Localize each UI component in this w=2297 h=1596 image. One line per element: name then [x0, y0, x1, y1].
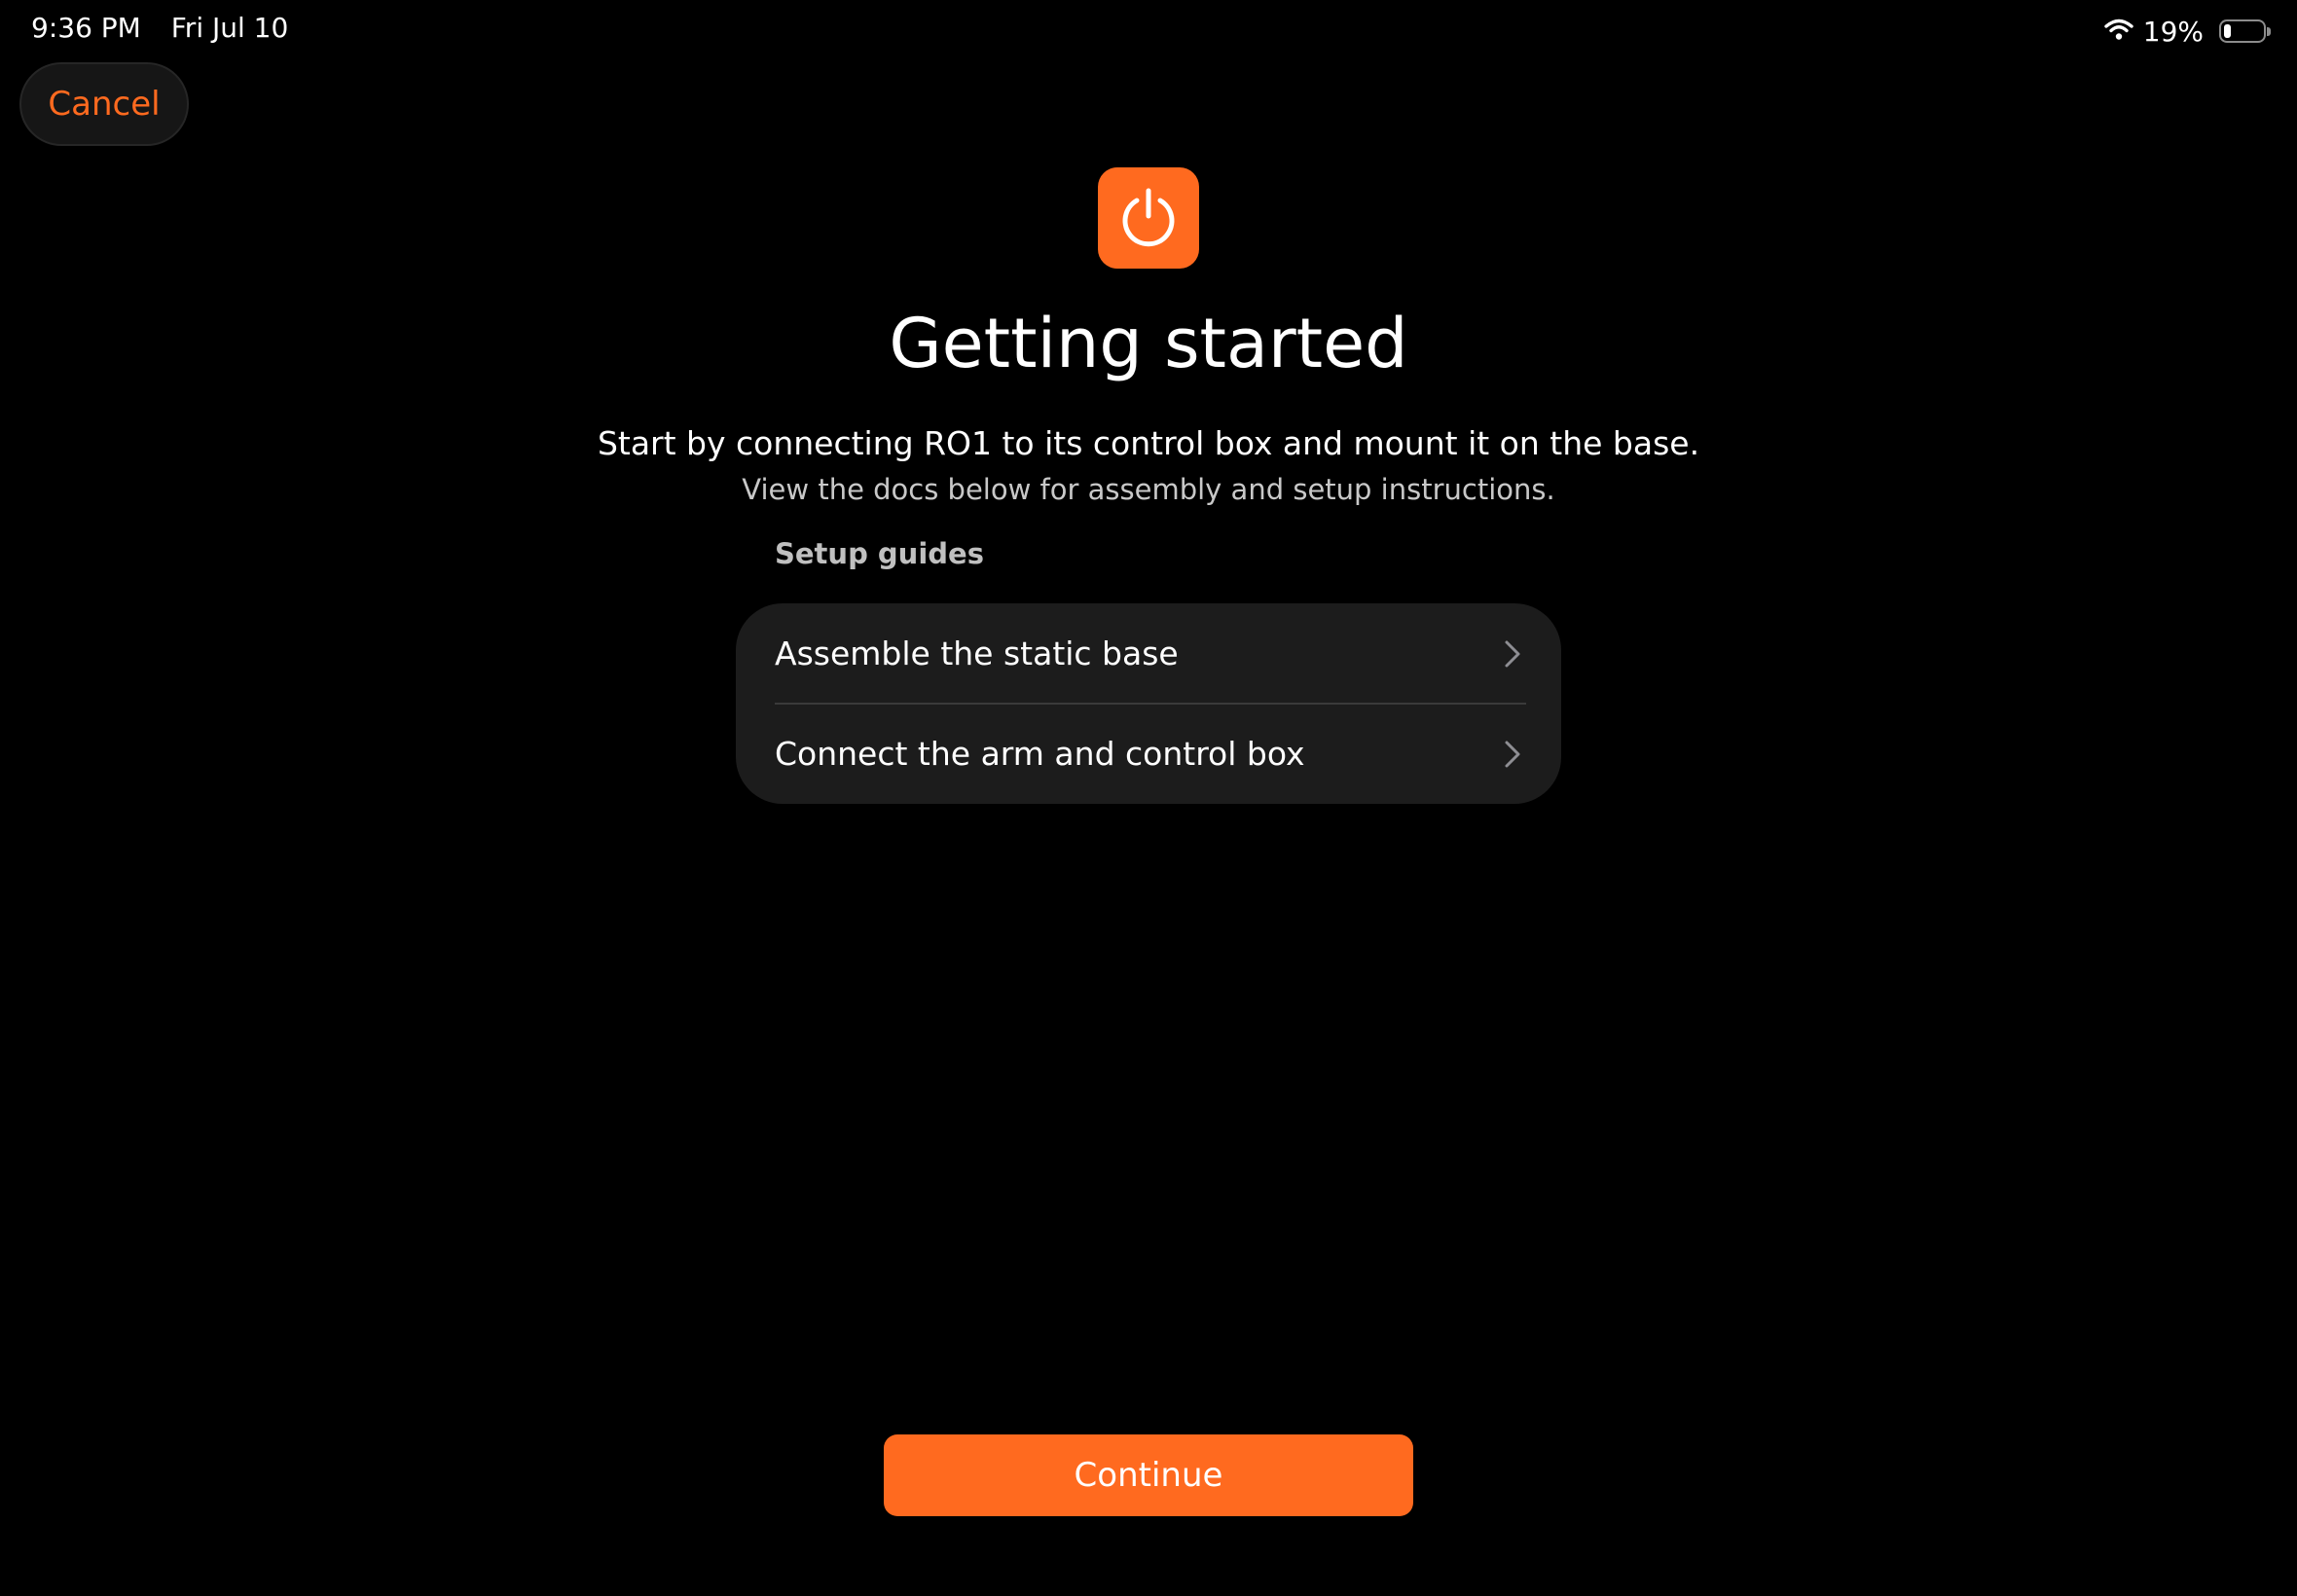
guide-connect-arm-control-box[interactable]: Connect the arm and control box — [736, 704, 1561, 804]
guide-assemble-static-base[interactable]: Assemble the static base — [736, 603, 1561, 705]
battery-level-fill — [2224, 24, 2231, 38]
guide-label: Connect the arm and control box — [775, 735, 1305, 773]
status-time: 9:36 PM — [31, 12, 141, 44]
chevron-right-icon — [1503, 638, 1522, 670]
page-description: View the docs below for assembly and set… — [742, 473, 1555, 506]
chevron-right-icon — [1503, 739, 1522, 770]
status-bar-right: 19% — [2104, 12, 2271, 51]
guide-label: Assemble the static base — [775, 635, 1179, 672]
cancel-button[interactable]: Cancel — [19, 62, 189, 146]
status-bar-left: 9:36 PM Fri Jul 10 — [31, 12, 288, 44]
page-subtitle: Start by connecting RO1 to its control b… — [597, 424, 1700, 462]
wifi-icon — [2104, 16, 2133, 48]
battery-icon — [2219, 19, 2271, 43]
continue-button[interactable]: Continue — [884, 1434, 1413, 1516]
setup-guides-list: Assemble the static base Connect the arm… — [736, 603, 1561, 804]
power-icon — [1098, 167, 1199, 269]
page-title: Getting started — [889, 304, 1408, 383]
setup-guides-header: Setup guides — [775, 537, 984, 570]
status-date: Fri Jul 10 — [170, 12, 289, 44]
battery-percent: 19% — [2142, 15, 2204, 48]
